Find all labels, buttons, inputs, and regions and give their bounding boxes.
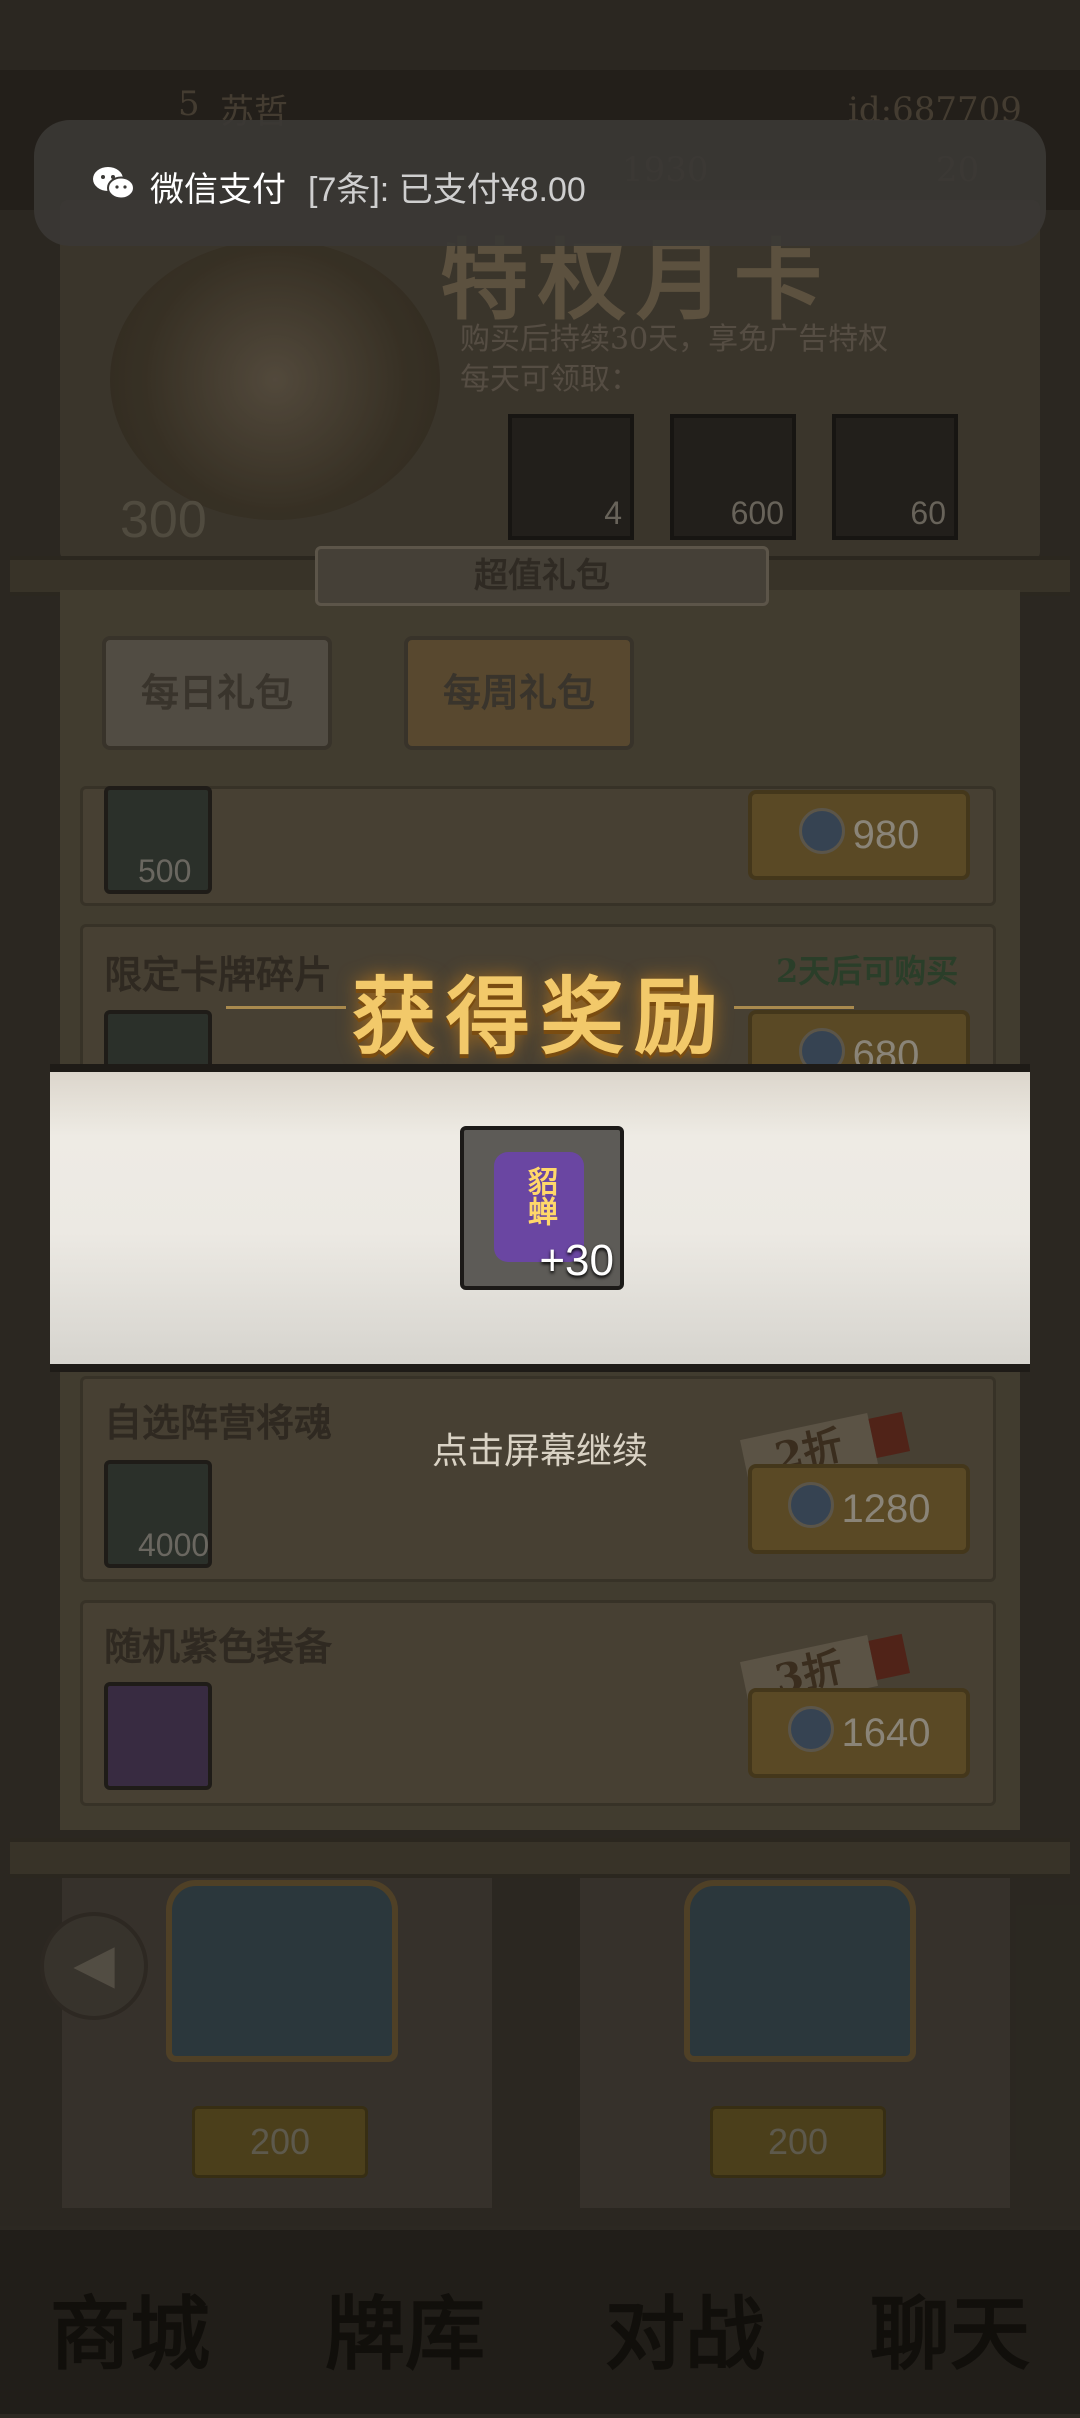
reward-item-name: 貂蝉 (522, 1166, 557, 1226)
wechat-icon (93, 167, 135, 200)
notification-banner[interactable]: 微信支付 [7条]: 已支付¥8.00 (34, 120, 1046, 246)
reward-title: 获得奖励 (351, 967, 728, 1066)
continue-hint: 点击屏幕继续 (431, 1431, 648, 1472)
notification-app-name: 微信支付 (150, 171, 286, 209)
reward-quantity: +30 (539, 1236, 614, 1285)
notification-message: [7条]: 已支付¥8.00 (308, 171, 586, 209)
reward-item: 貂蝉 +30 (460, 1126, 624, 1290)
